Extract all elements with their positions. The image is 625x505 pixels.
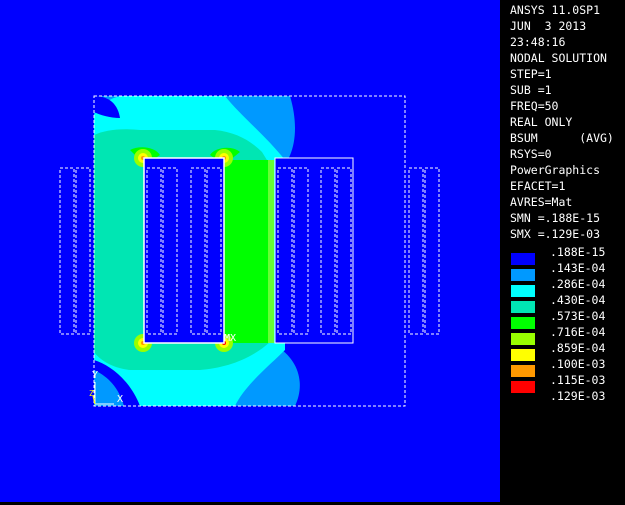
legend-value: .573E-04: [550, 309, 606, 323]
legend-row: .188E-15: [510, 244, 625, 265]
legend-row: .430E-04: [510, 292, 625, 313]
axis-y-label: Y: [92, 370, 98, 381]
legend-row: .859E-04: [510, 340, 625, 361]
info-step: STEP=1: [510, 67, 552, 81]
coil-outer-right: [408, 167, 440, 335]
legend-value: .143E-04: [550, 261, 606, 275]
legend-value: .430E-04: [550, 293, 606, 307]
legend-value: .286E-04: [550, 277, 606, 291]
info-date: JUN 3 2013: [510, 19, 587, 33]
contour-level-5: [224, 160, 274, 343]
legend-value: .859E-04: [550, 341, 606, 355]
legend-value: .188E-15: [550, 245, 606, 259]
legend-row: .129E-03: [510, 388, 625, 404]
info-solution-type: NODAL SOLUTION: [510, 51, 607, 65]
legend-value: .129E-03: [550, 389, 606, 403]
info-version: ANSYS 11.0SP1: [510, 3, 601, 17]
legend-row: .115E-03: [510, 372, 625, 393]
legend-row: .573E-04: [510, 308, 625, 329]
info-rsys: RSYS=0: [510, 147, 552, 161]
coil-outer-left: [59, 167, 91, 335]
axis-z-label: Z: [89, 389, 94, 398]
info-freq: FREQ=50: [510, 99, 559, 113]
max-marker: MX: [224, 333, 236, 344]
legend-row: .286E-04: [510, 276, 625, 297]
left-window: [144, 158, 224, 343]
legend-value: .100E-03: [550, 357, 606, 371]
contour-plot: MX Y Z X: [59, 95, 440, 407]
info-panel: ANSYS 11.0SP1 JUN 3 2013 23:48:16 NODAL …: [510, 2, 625, 242]
legend-row: .100E-03: [510, 356, 625, 377]
legend-row: .716E-04: [510, 324, 625, 345]
info-sub: SUB =1: [510, 83, 552, 97]
legend-value: .115E-03: [550, 373, 606, 387]
info-bsum: BSUM (AVG): [510, 131, 614, 145]
info-smn: SMN =.188E-15: [510, 211, 601, 225]
core-region: [94, 96, 405, 406]
contour-level-6: [268, 160, 274, 343]
info-real-only: REAL ONLY: [510, 115, 573, 129]
info-smx: SMX =.129E-03: [510, 227, 601, 241]
info-powergraphics: PowerGraphics: [510, 163, 601, 177]
info-time: 23:48:16: [510, 35, 566, 49]
legend-value: .716E-04: [550, 325, 606, 339]
legend-row: .143E-04: [510, 260, 625, 281]
info-avres: AVRES=Mat: [510, 195, 573, 209]
axis-x-label: X: [117, 394, 123, 405]
contour-legend: .188E-15 .143E-04 .286E-04 .430E-04 .573…: [510, 244, 625, 404]
info-efacet: EFACET=1: [510, 179, 566, 193]
graphics-viewport[interactable]: MX Y Z X: [0, 0, 500, 502]
right-window: [275, 158, 353, 343]
